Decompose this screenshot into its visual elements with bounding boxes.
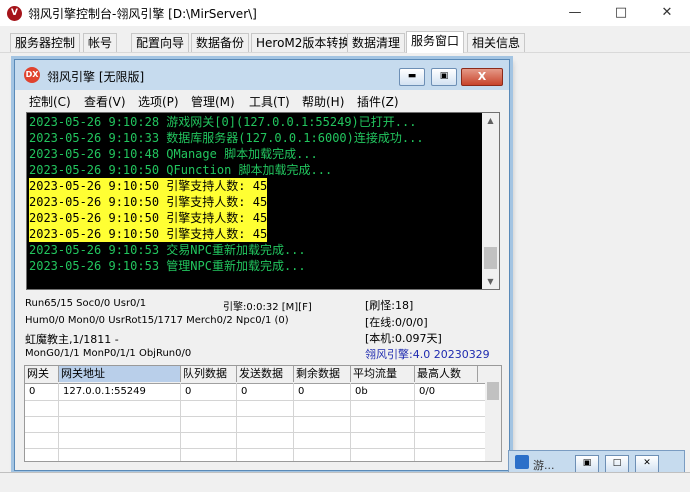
minimize-icon[interactable]: — (552, 0, 598, 26)
gateway-grid[interactable]: 网关 网关地址 队列数据 发送数据 剩余数据 平均流量 最高人数 0 127.0… (24, 365, 502, 462)
log-line: 2023-05-26 9:10:28 游戏网关[0](127.0.0.1:552… (29, 115, 417, 129)
minimized-label: 游... (533, 459, 555, 472)
tab-herom2-convert[interactable]: HeroM2版本转换 (251, 33, 356, 52)
log-line: 2023-05-26 9:10:53 管理NPC重新加载完成... (29, 259, 306, 273)
status-online: [在线:0/0/0] (365, 316, 428, 329)
engine-window: DX 翎风引擎 [无限版] ▬ ▣ X 控制(C) 查看(V) 选项(P) 管理… (14, 59, 510, 471)
col-gateway[interactable]: 网关 (25, 366, 59, 382)
col-avg-traffic[interactable]: 平均流量 (351, 366, 415, 382)
close-icon[interactable]: ✕ (644, 0, 690, 26)
mini-close-icon[interactable]: ✕ (635, 455, 659, 473)
tab-server-control[interactable]: 服务器控制 (10, 33, 81, 52)
window-title: 翎风引擎控制台-翎风引擎 [D:\MirServer\] (28, 7, 257, 21)
engine-title-bar[interactable]: DX 翎风引擎 [无限版] ▬ ▣ X (15, 60, 509, 90)
inner-restore-icon[interactable]: ▣ (431, 68, 457, 86)
cell-address[interactable]: 127.0.0.1:55249 (59, 384, 146, 400)
grid-line (236, 383, 237, 461)
log-line: 2023-05-26 9:10:50 QFunction 脚本加载完成... (29, 163, 333, 177)
tab-config-wizard[interactable]: 配置向导 (131, 33, 190, 52)
col-send-data[interactable]: 发送数据 (237, 366, 294, 382)
engine-logo-icon: DX (24, 67, 40, 83)
outer-title-bar: V 翎风引擎控制台-翎风引擎 [D:\MirServer\] — □ ✕ (0, 0, 690, 26)
log-scrollbar[interactable]: ▲ ▼ (482, 113, 499, 289)
log-line-highlighted: 2023-05-26 9:10:50 引擎支持人数: 45 (29, 226, 268, 242)
grid-header: 网关 网关地址 队列数据 发送数据 剩余数据 平均流量 最高人数 (25, 366, 485, 384)
grid-line (25, 448, 485, 449)
status-boss: 虹魔教主,1/1811 - (25, 333, 119, 346)
status-hum-counts: Hum0/0 Mon0/0 UsrRot15/1717 Merch0/2 Npc… (25, 315, 289, 326)
cell-traffic[interactable]: 0b (351, 384, 368, 400)
log-line: 2023-05-26 9:10:48 QManage 脚本加载完成... (29, 147, 318, 161)
grid-line (293, 383, 294, 461)
tab-bar: 服务器控制 帐号 配置向导 数据备份 HeroM2版本转换 数据清理 服务窗口 … (0, 26, 690, 53)
tab-data-cleanup[interactable]: 数据清理 (347, 33, 406, 52)
window-icon (515, 455, 529, 469)
scroll-down-icon[interactable]: ▼ (482, 274, 499, 289)
grid-line (58, 383, 59, 461)
col-max-players[interactable]: 最高人数 (415, 366, 478, 382)
grid-scroll-thumb[interactable] (487, 382, 499, 400)
col-remaining-data[interactable]: 剩余数据 (294, 366, 351, 382)
app-logo-icon: V (7, 6, 22, 21)
menu-tools[interactable]: 工具(T) (249, 93, 290, 110)
status-engine-time: 引擎:0:0:32 [M][F] (223, 302, 312, 313)
cell-queue[interactable]: 0 (181, 384, 191, 400)
col-queue-data[interactable]: 队列数据 (181, 366, 237, 382)
tab-related-info[interactable]: 相关信息 (467, 33, 526, 52)
grid-scrollbar[interactable] (485, 366, 501, 461)
status-mon-counts: MonG0/1/1 MonP0/1/1 ObjRun0/0 (25, 348, 192, 359)
mini-restore-icon[interactable]: ▣ (575, 455, 599, 473)
grid-line (414, 383, 415, 461)
menu-view[interactable]: 查看(V) (84, 93, 126, 110)
log-line-highlighted: 2023-05-26 9:10:50 引擎支持人数: 45 (29, 194, 268, 210)
log-line-highlighted: 2023-05-26 9:10:50 引擎支持人数: 45 (29, 178, 268, 194)
col-gateway-address[interactable]: 网关地址 (59, 366, 181, 382)
scroll-thumb[interactable] (484, 247, 497, 269)
log-line: 2023-05-26 9:10:33 数据库服务器(127.0.0.1:6000… (29, 131, 424, 145)
status-refresh: [刷怪:18] (365, 299, 414, 312)
cell-send[interactable]: 0 (237, 384, 247, 400)
log-line-highlighted: 2023-05-26 9:10:50 引擎支持人数: 45 (29, 210, 268, 226)
cell-remaining[interactable]: 0 (294, 384, 304, 400)
log-line: 2023-05-26 9:10:53 交易NPC重新加载完成... (29, 243, 306, 257)
menu-bar: 控制(C) 查看(V) 选项(P) 管理(M) 工具(T) 帮助(H) 插件(Z… (15, 90, 509, 110)
status-local-uptime: [本机:0.097天] (365, 332, 442, 345)
maximize-icon[interactable]: □ (598, 0, 644, 26)
bottom-edge (0, 472, 690, 492)
status-version: 翎风引擎:4.0 20230329 (365, 348, 490, 361)
inner-minimize-icon[interactable]: ▬ (399, 68, 425, 86)
inner-close-icon[interactable]: X (461, 68, 503, 86)
cell-gateway[interactable]: 0 (25, 384, 35, 400)
grid-line (25, 400, 485, 401)
menu-help[interactable]: 帮助(H) (302, 93, 344, 110)
grid-line (180, 383, 181, 461)
cell-max[interactable]: 0/0 (415, 384, 435, 400)
grid-line (25, 416, 485, 417)
menu-manage[interactable]: 管理(M) (191, 93, 235, 110)
grid-line (25, 432, 485, 433)
menu-control[interactable]: 控制(C) (29, 93, 71, 110)
grid-line (350, 383, 351, 461)
log-console[interactable]: 2023-05-26 9:10:28 游戏网关[0](127.0.0.1:552… (26, 112, 500, 290)
engine-window-title: 翎风引擎 [无限版] (47, 70, 145, 84)
status-run-counts: Run65/15 Soc0/0 Usr0/1 (25, 298, 147, 309)
tab-service-window[interactable]: 服务窗口 (406, 31, 465, 53)
menu-options[interactable]: 选项(P) (138, 93, 179, 110)
mini-maximize-icon[interactable]: □ (605, 455, 629, 473)
tab-data-backup[interactable]: 数据备份 (191, 33, 250, 52)
menu-plugins[interactable]: 插件(Z) (357, 93, 399, 110)
scroll-up-icon[interactable]: ▲ (482, 113, 499, 128)
tab-account[interactable]: 帐号 (83, 33, 118, 52)
